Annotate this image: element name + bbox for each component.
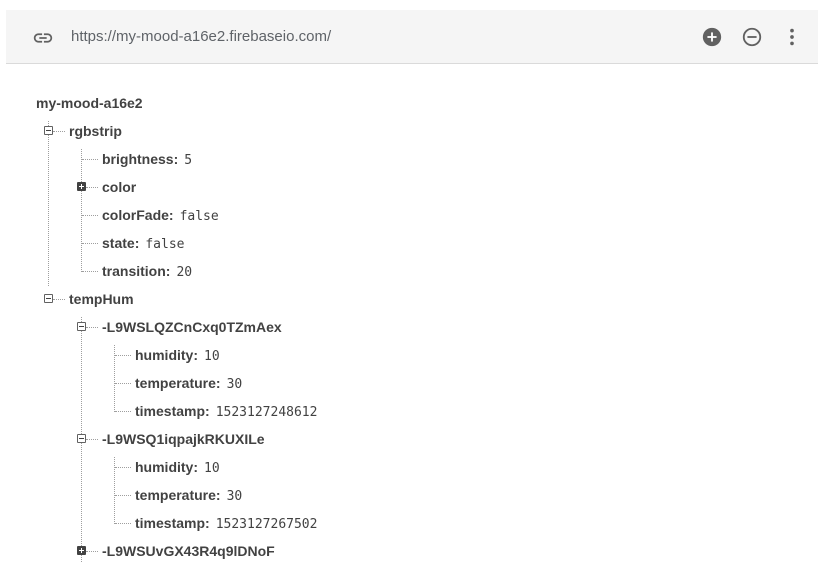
node-color[interactable]: color xyxy=(102,179,136,195)
expand-toggle[interactable] xyxy=(77,546,86,555)
tree-line xyxy=(86,327,98,328)
tree-leaf[interactable]: brightness: 5 xyxy=(102,151,192,167)
tree-leaf[interactable]: humidity: 10 xyxy=(135,347,220,363)
tree-line xyxy=(53,299,65,300)
tree-line xyxy=(115,495,131,496)
node-entry[interactable]: -L9WSUvGX43R4q9lDNoF xyxy=(102,543,275,559)
collapse-toggle[interactable] xyxy=(44,294,53,303)
tree-leaf[interactable]: temperature: 30 xyxy=(135,375,242,391)
tree-leaf[interactable]: state: false xyxy=(102,235,185,251)
tree-line xyxy=(115,411,131,412)
database-tree: my-mood-a16e2 rgbstrip brightness: 5 colo… xyxy=(0,0,818,562)
collapse-toggle[interactable] xyxy=(44,126,53,135)
node-tempHum[interactable]: tempHum xyxy=(69,291,134,307)
tree-leaf[interactable]: timestamp: 1523127267502 xyxy=(135,515,322,531)
expand-toggle[interactable] xyxy=(77,182,86,191)
tree-line xyxy=(81,149,82,272)
tree-line xyxy=(53,131,65,132)
tree-line xyxy=(48,121,49,286)
tree-leaf[interactable]: humidity: 10 xyxy=(135,459,220,475)
collapse-toggle[interactable] xyxy=(77,322,86,331)
tree-line xyxy=(82,215,98,216)
tree-line xyxy=(115,355,131,356)
node-entry[interactable]: -L9WSLQZCnCxq0TZmAex xyxy=(102,319,282,335)
tree-line xyxy=(86,439,98,440)
tree-leaf[interactable]: colorFade: false xyxy=(102,207,219,223)
tree-leaf[interactable]: transition: 20 xyxy=(102,263,192,279)
tree-line xyxy=(82,159,98,160)
tree-line xyxy=(115,383,131,384)
tree-leaf[interactable]: timestamp: 1523127248612 xyxy=(135,403,322,419)
tree-root[interactable]: my-mood-a16e2 xyxy=(36,95,143,111)
tree-line xyxy=(86,551,98,552)
tree-line xyxy=(82,243,98,244)
tree-line xyxy=(115,523,131,524)
node-rgbstrip[interactable]: rgbstrip xyxy=(69,123,122,139)
tree-leaf[interactable]: temperature: 30 xyxy=(135,487,242,503)
tree-line xyxy=(115,467,131,468)
collapse-toggle[interactable] xyxy=(77,434,86,443)
tree-line xyxy=(86,187,98,188)
tree-line xyxy=(82,271,98,272)
node-entry[interactable]: -L9WSQ1iqpajkRKUXILe xyxy=(102,431,265,447)
